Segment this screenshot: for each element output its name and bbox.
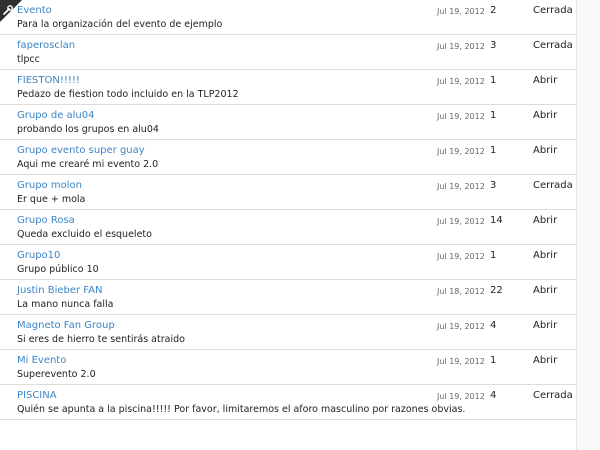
member-count: 1 [490, 110, 497, 121]
group-name-link[interactable]: Justin Bieber FAN [17, 285, 102, 296]
group-date: Jul 19, 2012 [437, 252, 485, 261]
group-description: Er que + mola [17, 194, 86, 205]
group-description: Para la organización del evento de ejemp… [17, 19, 223, 30]
group-status: Cerrada [533, 180, 573, 191]
group-name-link[interactable]: Evento [17, 5, 52, 16]
group-name-link[interactable]: Grupo molon [17, 180, 82, 191]
group-status: Abrir [533, 215, 558, 226]
list-item: Grupo Rosa Queda excluido el esqueleto J… [0, 210, 576, 245]
member-count: 1 [490, 355, 497, 366]
member-count: 4 [490, 320, 497, 331]
group-name-link[interactable]: Magneto Fan Group [17, 320, 115, 331]
group-status: Cerrada [533, 40, 573, 51]
list-item: FIESTON!!!!! Pedazo de fiestion todo inc… [0, 70, 576, 105]
group-date: Jul 19, 2012 [437, 322, 485, 331]
group-name-link[interactable]: PISCINA [17, 390, 57, 401]
group-list: Evento Para la organización del evento d… [0, 0, 576, 420]
group-description: La mano nunca falla [17, 299, 114, 310]
group-status: Abrir [533, 250, 558, 261]
group-date: Jul 19, 2012 [437, 217, 485, 226]
group-status: Abrir [533, 285, 558, 296]
list-item: Grupo evento super guay Aqui me crearé m… [0, 140, 576, 175]
list-item: PISCINA Quién se apunta a la piscina!!!!… [0, 385, 576, 420]
group-description: Queda excluido el esqueleto [17, 229, 152, 240]
group-description: Pedazo de fiestion todo incluido en la T… [17, 89, 239, 100]
group-date: Jul 19, 2012 [437, 182, 485, 191]
member-count: 2 [490, 5, 497, 16]
group-status: Abrir [533, 320, 558, 331]
group-date: Jul 19, 2012 [437, 42, 485, 51]
group-description: Quién se apunta a la piscina!!!!! Por fa… [17, 404, 466, 415]
group-description: probando los grupos en alu04 [17, 124, 159, 135]
group-status: Cerrada [533, 5, 573, 16]
group-date: Jul 19, 2012 [437, 77, 485, 86]
member-count: 1 [490, 250, 497, 261]
list-item: Grupo molon Er que + mola Jul 19, 2012 3… [0, 175, 576, 210]
list-item: Magneto Fan Group Si eres de hierro te s… [0, 315, 576, 350]
group-name-link[interactable]: Grupo10 [17, 250, 60, 261]
group-name-link[interactable]: FIESTON!!!!! [17, 75, 80, 86]
group-date: Jul 19, 2012 [437, 7, 485, 16]
group-description: tlpcc [17, 54, 40, 65]
group-description: Si eres de hierro te sentirás atraido [17, 334, 185, 345]
list-item: Grupo10 Grupo público 10 Jul 19, 2012 1 … [0, 245, 576, 280]
member-count: 1 [490, 75, 497, 86]
group-date: Jul 19, 2012 [437, 357, 485, 366]
group-description: Grupo público 10 [17, 264, 99, 275]
group-status: Cerrada [533, 390, 573, 401]
group-status: Abrir [533, 75, 558, 86]
group-name-link[interactable]: Grupo de alu04 [17, 110, 95, 121]
right-gutter [577, 0, 600, 450]
group-name-link[interactable]: Grupo evento super guay [17, 145, 145, 156]
group-status: Abrir [533, 355, 558, 366]
wrench-icon[interactable] [2, 1, 14, 15]
list-item: Evento Para la organización del evento d… [0, 0, 576, 35]
group-description: Superevento 2.0 [17, 369, 96, 380]
group-list-panel: Evento Para la organización del evento d… [0, 0, 577, 450]
group-description: Aqui me crearé mi evento 2.0 [17, 159, 159, 170]
list-item: faperosclan tlpcc Jul 19, 2012 3 Cerrada [0, 35, 576, 70]
member-count: 22 [490, 285, 503, 296]
group-date: Jul 19, 2012 [437, 112, 485, 121]
group-date: Jul 19, 2012 [437, 392, 485, 401]
member-count: 14 [490, 215, 503, 226]
group-status: Abrir [533, 110, 558, 121]
group-name-link[interactable]: faperosclan [17, 40, 75, 51]
member-count: 3 [490, 40, 497, 51]
list-item: Grupo de alu04 probando los grupos en al… [0, 105, 576, 140]
member-count: 1 [490, 145, 497, 156]
list-item: Justin Bieber FAN La mano nunca falla Ju… [0, 280, 576, 315]
group-name-link[interactable]: Grupo Rosa [17, 215, 75, 226]
group-date: Jul 19, 2012 [437, 147, 485, 156]
member-count: 4 [490, 390, 497, 401]
group-date: Jul 18, 2012 [437, 287, 485, 296]
group-status: Abrir [533, 145, 558, 156]
member-count: 3 [490, 180, 497, 191]
group-name-link[interactable]: Mi Evento [17, 355, 66, 366]
list-item: Mi Evento Superevento 2.0 Jul 19, 2012 1… [0, 350, 576, 385]
